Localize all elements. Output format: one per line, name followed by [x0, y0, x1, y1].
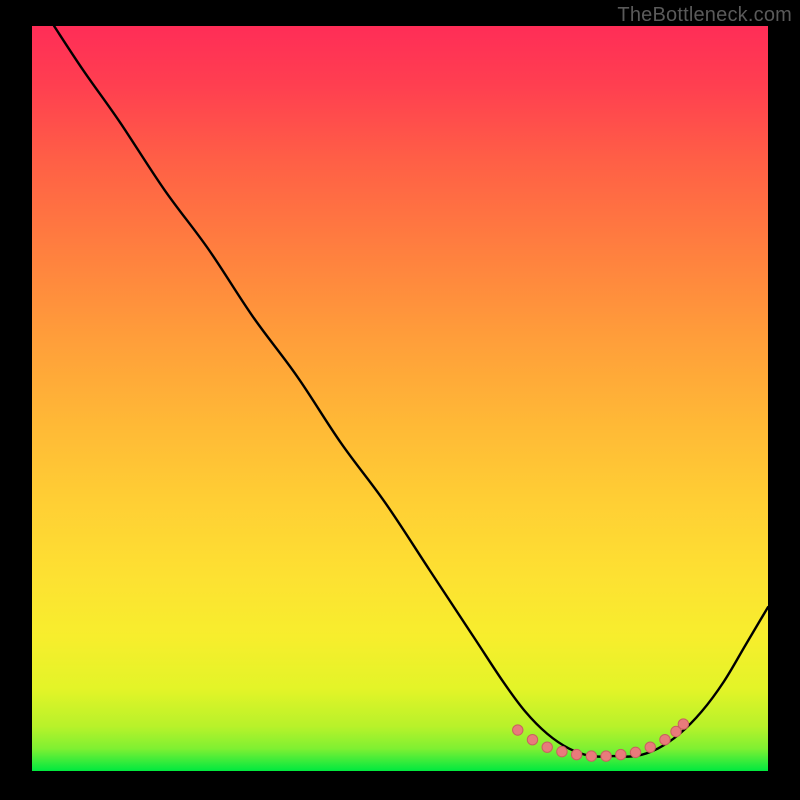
watermark-text: TheBottleneck.com — [617, 4, 792, 27]
highlight-marker — [527, 735, 537, 745]
highlight-marker — [557, 746, 567, 756]
highlight-marker — [601, 751, 611, 761]
highlight-marker — [660, 735, 670, 745]
highlight-marker — [630, 747, 640, 757]
highlight-marker — [671, 726, 681, 736]
chart-frame: TheBottleneck.com — [0, 0, 800, 800]
highlight-marker — [586, 751, 596, 761]
highlight-marker — [645, 742, 655, 752]
highlight-marker — [513, 725, 523, 735]
highlight-markers — [32, 26, 768, 771]
highlight-marker — [678, 719, 688, 729]
highlight-marker — [542, 742, 552, 752]
plot-area — [32, 26, 768, 771]
bottleneck-curve — [32, 26, 768, 771]
highlight-marker — [571, 749, 581, 759]
highlight-marker — [616, 749, 626, 759]
